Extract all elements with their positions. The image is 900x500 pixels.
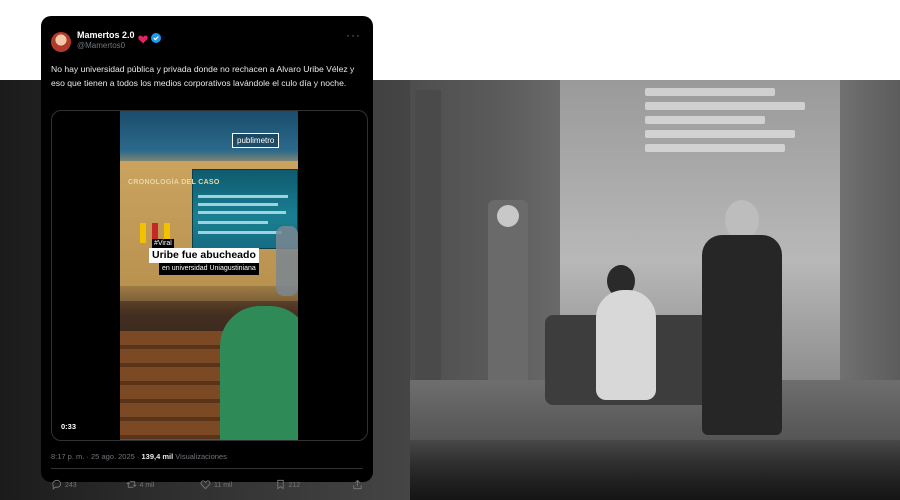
reply-button[interactable]: 243 [51, 479, 109, 492]
background-flag-colombia [488, 200, 528, 390]
bookmark-icon [275, 479, 286, 492]
background-seal [497, 205, 519, 227]
video-headline: Uribe fue abucheado [149, 248, 259, 263]
background-flag [415, 90, 441, 390]
like-icon [200, 479, 211, 492]
repost-count: 4 mil [139, 481, 155, 489]
divider [51, 468, 363, 469]
bookmark-count: 212 [288, 481, 301, 489]
views-label: Visualizaciones [175, 452, 227, 461]
background-audience [410, 440, 900, 500]
video-player[interactable]: CRONOLOGÍA DEL CASO publimetro #Viral Ur… [51, 110, 368, 441]
views-count: 139,4 mil [141, 452, 174, 461]
background-speaker-head [725, 200, 759, 240]
like-count: 11 mil [214, 481, 233, 489]
tweet-meta: 8:17 p. m. · 25 ago. 2025 · 139,4 mil Vi… [51, 452, 227, 461]
avatar[interactable] [51, 32, 71, 52]
repost-icon [126, 479, 137, 492]
video-brand-logo: publimetro [232, 133, 280, 148]
video-screen-title: CRONOLOGÍA DEL CASO [128, 179, 220, 186]
tweet-timestamp[interactable]: 8:17 p. m. · 25 ago. 2025 · [51, 452, 139, 461]
bookmark-button[interactable]: 212 [275, 479, 333, 492]
video-subheadline: en universidad Uniagustiniana [159, 263, 259, 275]
tweet-card[interactable]: Mamertos 2.0 @Mamertos0 ··· No hay unive… [41, 16, 373, 490]
share-button[interactable] [349, 479, 363, 492]
like-button[interactable]: 11 mil [200, 479, 258, 492]
video-phone-hand [276, 226, 298, 296]
name-row: Mamertos 2.0 [77, 30, 161, 43]
share-icon [352, 479, 363, 492]
display-name[interactable]: Mamertos 2.0 [77, 30, 135, 40]
verified-badge-icon [150, 30, 161, 43]
background-seated-woman [596, 290, 656, 400]
repost-button[interactable]: 4 mil [126, 479, 184, 492]
reply-count: 243 [65, 481, 77, 489]
author-names: Mamertos 2.0 @Mamertos0 [77, 30, 161, 50]
author-handle[interactable]: @Mamertos0 [77, 41, 161, 50]
reply-icon [51, 479, 62, 492]
red-heart-icon [137, 31, 148, 43]
background-speaker [702, 235, 782, 435]
action-bar: 243 4 mil 11 mil 212 [51, 478, 363, 492]
video-duration: 0:33 [58, 421, 80, 432]
tweet-header: Mamertos 2.0 @Mamertos0 ··· [51, 29, 363, 58]
video-frame[interactable]: CRONOLOGÍA DEL CASO publimetro [120, 111, 298, 440]
more-options-icon[interactable]: ··· [346, 29, 361, 41]
tweet-text: No hay universidad pública y privada don… [51, 64, 355, 88]
video-foreground-person [220, 306, 298, 440]
